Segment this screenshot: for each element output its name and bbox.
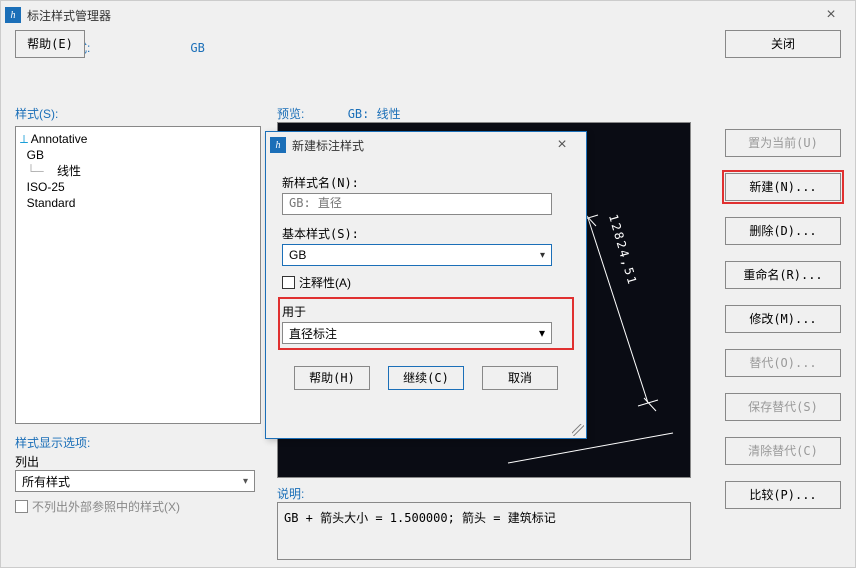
modal-title: 新建标注样式 (292, 137, 542, 154)
dimstyle-manager-window: h 标注样式管理器 × 当前标注样式: GB 样式(S): ⟂ Annotati… (0, 0, 856, 568)
compare-button[interactable]: 比较(P)... (725, 481, 841, 509)
checkbox-box (15, 500, 28, 513)
clear-override-button[interactable]: 清除替代(C) (725, 437, 841, 465)
preview-style-text: GB: 线性 (348, 107, 401, 121)
list-item-label: ISO-25 (27, 180, 65, 194)
combo-value: 所有样式 (22, 473, 70, 490)
new-dimstyle-modal: h 新建标注样式 × 新样式名(N): GB: 直径 基本样式(S): GB ▾… (265, 131, 587, 439)
modal-continue-button[interactable]: 继续(C) (388, 366, 464, 390)
modify-button[interactable]: 修改(M)... (725, 305, 841, 333)
combo-value: GB (289, 248, 306, 262)
new-name-input[interactable]: GB: 直径 (282, 193, 552, 215)
app-icon: h (270, 137, 286, 153)
description-label: 说明: (277, 485, 691, 502)
list-item-label: GB (27, 148, 44, 162)
base-style-combo[interactable]: GB ▾ (282, 244, 552, 266)
current-style-value: GB (190, 41, 204, 55)
tree-branch-icon: └─ (27, 164, 44, 178)
save-override-button[interactable]: 保存替代(S) (725, 393, 841, 421)
xref-checkbox[interactable]: 不列出外部参照中的样式(X) (15, 498, 261, 515)
preview-label: 预览: (277, 107, 304, 121)
new-name-label: 新样式名(N): (282, 174, 570, 191)
delete-button[interactable]: 删除(D)... (725, 217, 841, 245)
list-item[interactable]: Standard (20, 195, 256, 211)
close-button[interactable]: 关闭 (725, 30, 841, 58)
current-style-row: 当前标注样式: GB (15, 39, 841, 56)
list-item[interactable]: ⟂ Annotative (20, 131, 256, 147)
list-item-label: 线性 (47, 164, 81, 178)
close-icon[interactable]: × (811, 3, 851, 27)
list-item[interactable]: └─ 线性 (20, 163, 256, 179)
modal-help-button[interactable]: 帮助(H) (294, 366, 370, 390)
styles-label: 样式(S): (15, 105, 261, 122)
content-area: 当前标注样式: GB 样式(S): ⟂ Annotative GB └─ 线性 … (1, 29, 855, 72)
display-filter-label: 样式显示选项: (15, 434, 261, 451)
set-current-button[interactable]: 置为当前(U) (725, 129, 841, 157)
app-icon: h (5, 7, 21, 23)
used-for-label: 用于 (282, 303, 570, 320)
used-for-combo[interactable]: 直径标注 ▾ (282, 322, 552, 344)
new-button[interactable]: 新建(N)... (725, 173, 841, 201)
styles-listbox[interactable]: ⟂ Annotative GB └─ 线性 ISO-25 Standard (15, 126, 261, 424)
checkbox-label: 不列出外部参照中的样式(X) (32, 498, 180, 515)
resize-grip-icon[interactable] (572, 424, 584, 436)
button-column: 置为当前(U) 新建(N)... 删除(D)... 重命名(R)... 修改(M… (725, 129, 841, 509)
display-filter-combo[interactable]: 所有样式 ▾ (15, 470, 255, 492)
display-filter-sublabel: 列出 (15, 453, 261, 470)
modal-cancel-button[interactable]: 取消 (482, 366, 558, 390)
titlebar: h 标注样式管理器 × (1, 1, 855, 29)
chevron-down-icon: ▾ (539, 326, 545, 340)
chevron-down-icon: ▾ (243, 476, 248, 487)
list-item[interactable]: GB (20, 147, 256, 163)
description-text: GB + 箭头大小 = 1.500000; 箭头 = 建筑标记 (277, 502, 691, 560)
list-item-label: Standard (27, 196, 76, 210)
checkbox-label: 注释性(A) (299, 274, 351, 291)
list-item[interactable]: ISO-25 (20, 179, 256, 195)
window-title: 标注样式管理器 (27, 7, 811, 24)
modal-titlebar: h 新建标注样式 × (266, 132, 586, 158)
styles-panel: 样式(S): ⟂ Annotative GB └─ 线性 ISO-25 Stan… (15, 105, 261, 515)
combo-value: 直径标注 (289, 325, 337, 342)
used-for-block: 用于 直径标注 ▾ (282, 301, 570, 346)
override-button[interactable]: 替代(O)... (725, 349, 841, 377)
modal-body: 新样式名(N): GB: 直径 基本样式(S): GB ▾ 注释性(A) 用于 … (266, 158, 586, 398)
base-style-label: 基本样式(S): (282, 225, 570, 242)
close-icon[interactable]: × (542, 133, 582, 157)
chevron-down-icon: ▾ (540, 250, 545, 261)
checkbox-box (282, 276, 295, 289)
preview-header: 预览: GB: 线性 (277, 105, 691, 122)
description-panel: 说明: GB + 箭头大小 = 1.500000; 箭头 = 建筑标记 (277, 485, 691, 560)
modal-button-row: 帮助(H) 继续(C) 取消 (282, 366, 570, 390)
rename-button[interactable]: 重命名(R)... (725, 261, 841, 289)
annotative-icon: ⟂ (20, 132, 28, 146)
help-button[interactable]: 帮助(E) (15, 30, 85, 58)
annotative-checkbox[interactable]: 注释性(A) (282, 274, 570, 291)
list-item-label: Annotative (31, 132, 88, 146)
